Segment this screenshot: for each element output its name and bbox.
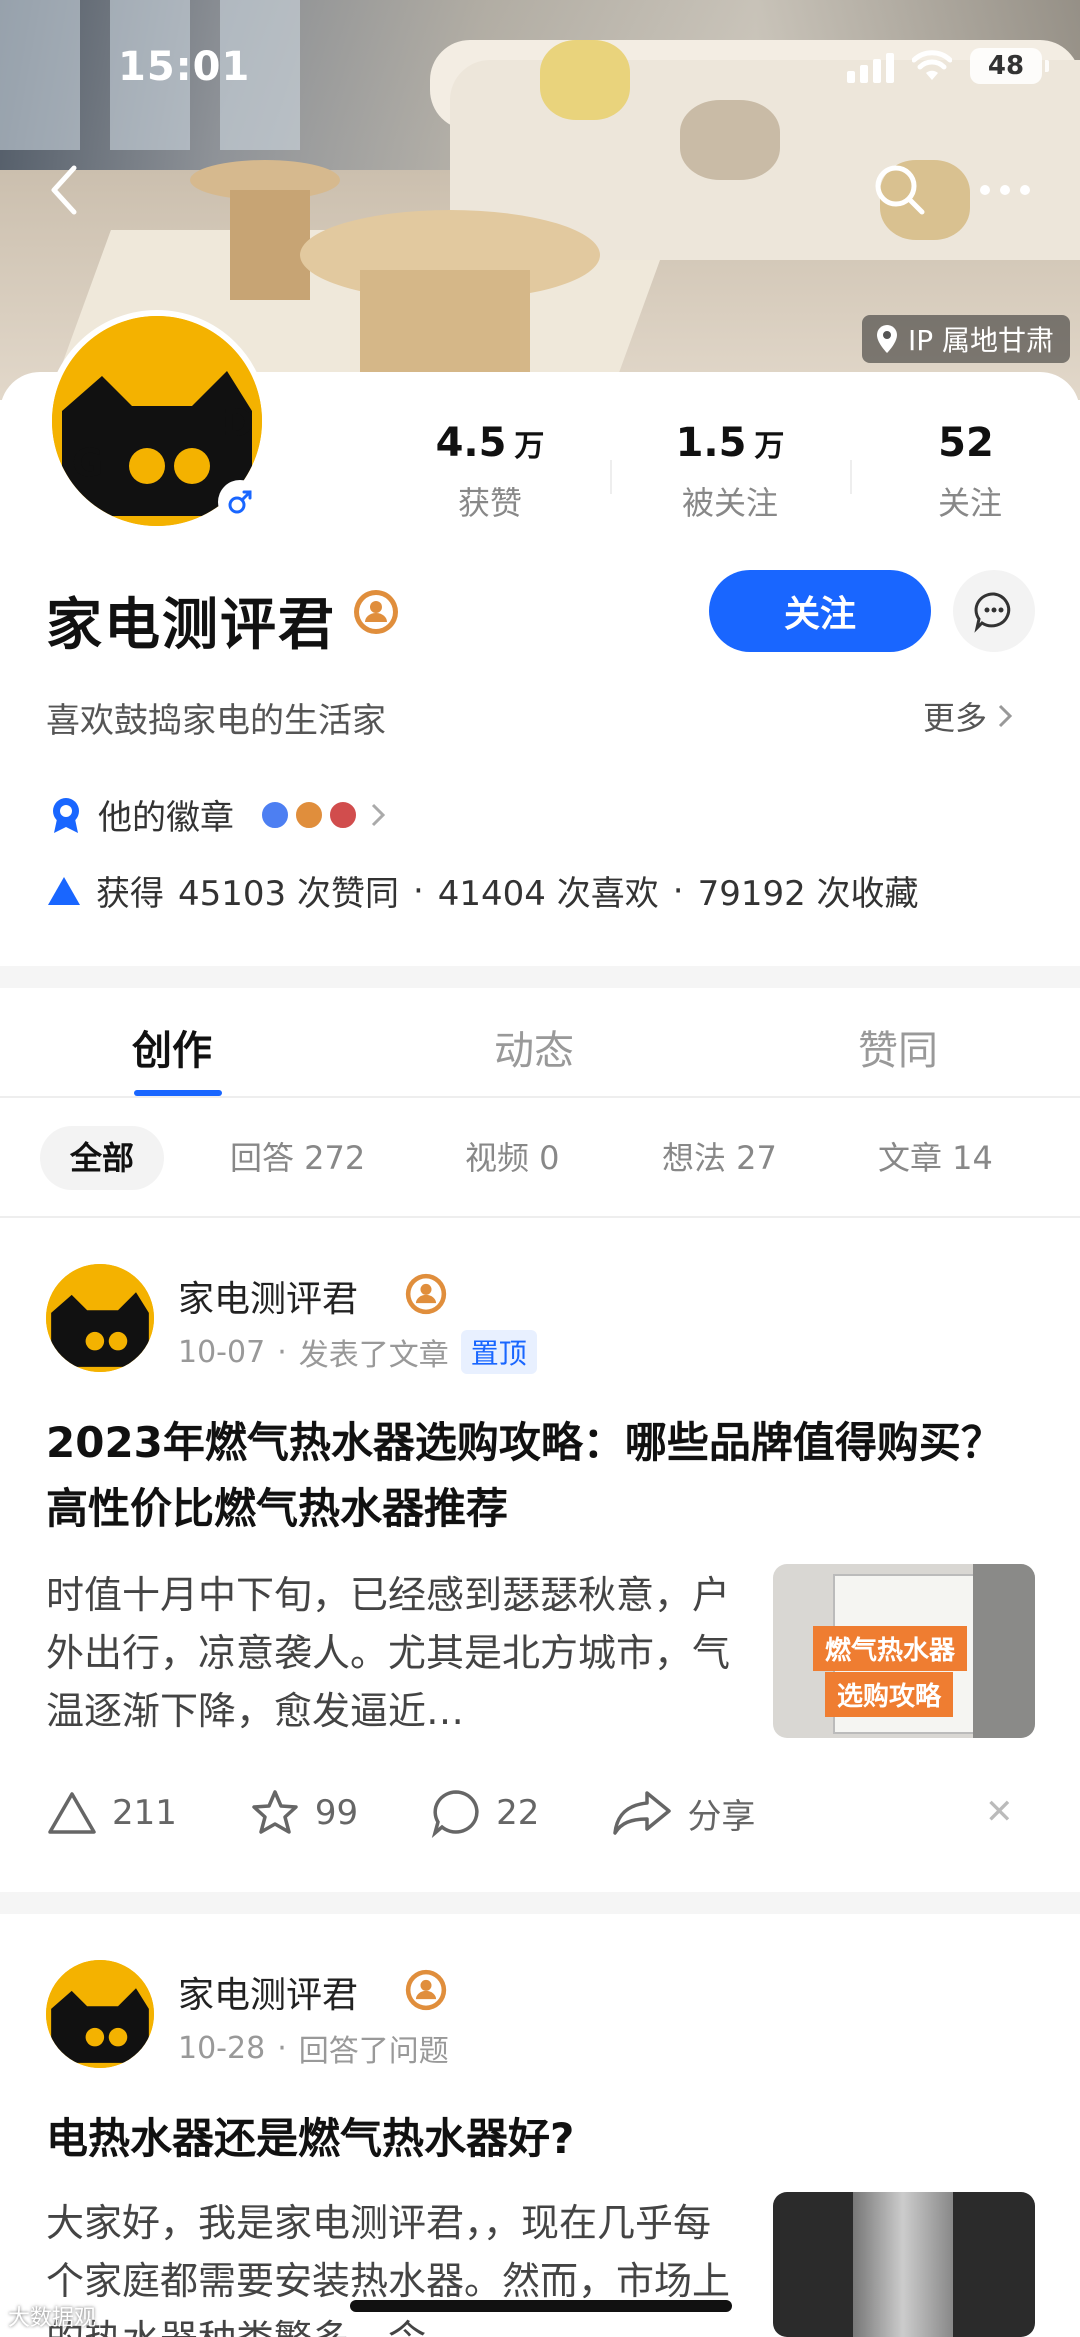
chevron-right-icon (998, 704, 1013, 728)
filter-answers[interactable]: 回答 272 (230, 1126, 365, 1190)
post-title[interactable]: 电热水器还是燃气热水器好? (46, 2106, 1036, 2172)
filter-videos[interactable]: 视频 0 (465, 1126, 560, 1190)
status-icons: 48 (847, 48, 1049, 84)
watermark: 大数据观 (8, 2306, 97, 2331)
message-button[interactable] (953, 570, 1035, 652)
post-thumbnail[interactable]: 燃气热水器 选购攻略 (773, 1564, 1035, 1738)
stat-followers[interactable]: 1.5 万 被关注 (610, 420, 850, 524)
badges-label: 他的徽章 (98, 798, 234, 838)
battery-icon: 48 (970, 48, 1049, 84)
profile-name: 家电测评君 (46, 593, 336, 658)
upvote-icon (48, 1792, 96, 1834)
avatar[interactable] (46, 1960, 154, 2068)
comment-button[interactable]: 22 (430, 1788, 539, 1838)
post-author[interactable]: 家电测评君 (178, 1270, 358, 1322)
back-icon[interactable] (40, 160, 90, 220)
upvote-button[interactable]: 211 (46, 1790, 177, 1836)
feed-item[interactable]: 家电测评君 10-28 · 回答了问题 电热水器还是燃气热水器好? 大家好，我是家电… (0, 1914, 1080, 2337)
share-button[interactable]: 分享 (611, 1789, 755, 1838)
achievement-stats: 获得 45103 次赞同 · 41404 次喜欢 · 79192 次收藏 (46, 866, 919, 915)
dismiss-icon[interactable]: ✕ (985, 1792, 1014, 1832)
divider (0, 966, 1080, 988)
filter-thoughts[interactable]: 想法 27 (662, 1126, 777, 1190)
search-icon[interactable] (870, 160, 930, 220)
comment-icon (431, 1790, 479, 1838)
post-excerpt[interactable]: 时值十月中下旬，已经感到瑟瑟秋意，户外出行，凉意袭人。尤其是北方城市，气温逐渐下… (46, 1566, 736, 1740)
profile-bio: 喜欢鼓捣家电的生活家 (46, 701, 386, 741)
share-icon (613, 1791, 672, 1835)
svg-text:D: D (222, 401, 254, 445)
cat-logo-icon (46, 1960, 154, 2068)
badges-row[interactable]: 他的徽章 (46, 790, 386, 839)
post-meta: 10-28 · 回答了问题 (178, 2030, 449, 2070)
signal-icon (847, 49, 894, 83)
upvote-triangle-icon (48, 876, 80, 905)
divider (0, 1892, 1080, 1914)
favorite-button[interactable]: 99 (249, 1788, 358, 1838)
active-tab-indicator (134, 1090, 222, 1096)
pinned-badge: 置顶 (460, 1330, 537, 1374)
star-icon (252, 1790, 298, 1834)
more-profile-link[interactable]: 更多 (923, 693, 1013, 739)
location-pin-icon (876, 325, 897, 353)
wifi-icon (912, 50, 952, 80)
follow-button[interactable]: 关注 (709, 570, 931, 652)
verified-creator-icon[interactable] (352, 588, 400, 636)
more-icon[interactable] (975, 170, 1035, 210)
post-excerpt[interactable]: 大家好，我是家电测评君，，现在几乎每个家庭都需要安装热水器。然而，市场上的热水器… (46, 2194, 736, 2337)
badge-blue-icon (260, 799, 290, 830)
tab-creations[interactable]: 创作 (132, 1018, 212, 1076)
badge-red-icon (328, 799, 358, 830)
avatar[interactable] (46, 1264, 154, 1372)
filter-chips: 全部 回答 272 视频 0 想法 27 文章 14 (0, 1098, 1080, 1218)
badge-orange-icon (294, 799, 324, 830)
post-author[interactable]: 家电测评君 (178, 1966, 358, 2018)
profile-stats: 4.5 万 获赞 1.5 万 被关注 52 关注 (370, 420, 1080, 524)
cat-logo-icon (46, 1264, 154, 1372)
chat-icon (974, 592, 1011, 633)
post-title[interactable]: 2023年燃气热水器选购攻略：哪些品牌值得购买？高性价比燃气热水器推荐 (46, 1410, 1036, 1542)
chevron-right-icon (371, 803, 386, 826)
feed-item[interactable]: 家电测评君 10-07 · 发表了文章 置顶 2023年燃气热水器选购攻略：哪些品牌… (0, 1218, 1080, 1892)
badge-ribbon-icon (53, 797, 79, 833)
filter-articles[interactable]: 文章 14 (878, 1126, 993, 1190)
filter-all[interactable]: 全部 (40, 1126, 165, 1190)
ip-location-text: IP 属地甘肃 (907, 324, 1054, 357)
content-tabs: 创作 动态 赞同 (0, 988, 1080, 1098)
post-actions: 211 99 22 分享 (46, 1788, 827, 1838)
gender-male-icon (218, 480, 262, 524)
post-meta: 10-07 · 发表了文章 置顶 (178, 1330, 537, 1374)
stat-following[interactable]: 52 关注 (850, 420, 1080, 524)
svg-text:G: G (72, 441, 103, 485)
verified-creator-icon (405, 1273, 447, 1315)
status-time: 15:01 (118, 44, 251, 90)
ip-location-badge: IP 属地甘肃 (861, 315, 1070, 363)
stat-likes[interactable]: 4.5 万 获赞 (370, 420, 610, 524)
home-indicator[interactable] (350, 2300, 732, 2312)
post-thumbnail[interactable] (773, 2192, 1035, 2337)
tab-upvoted[interactable]: 赞同 (858, 1018, 938, 1076)
verified-creator-icon (405, 1969, 447, 2011)
tab-activity[interactable]: 动态 (494, 1018, 574, 1076)
